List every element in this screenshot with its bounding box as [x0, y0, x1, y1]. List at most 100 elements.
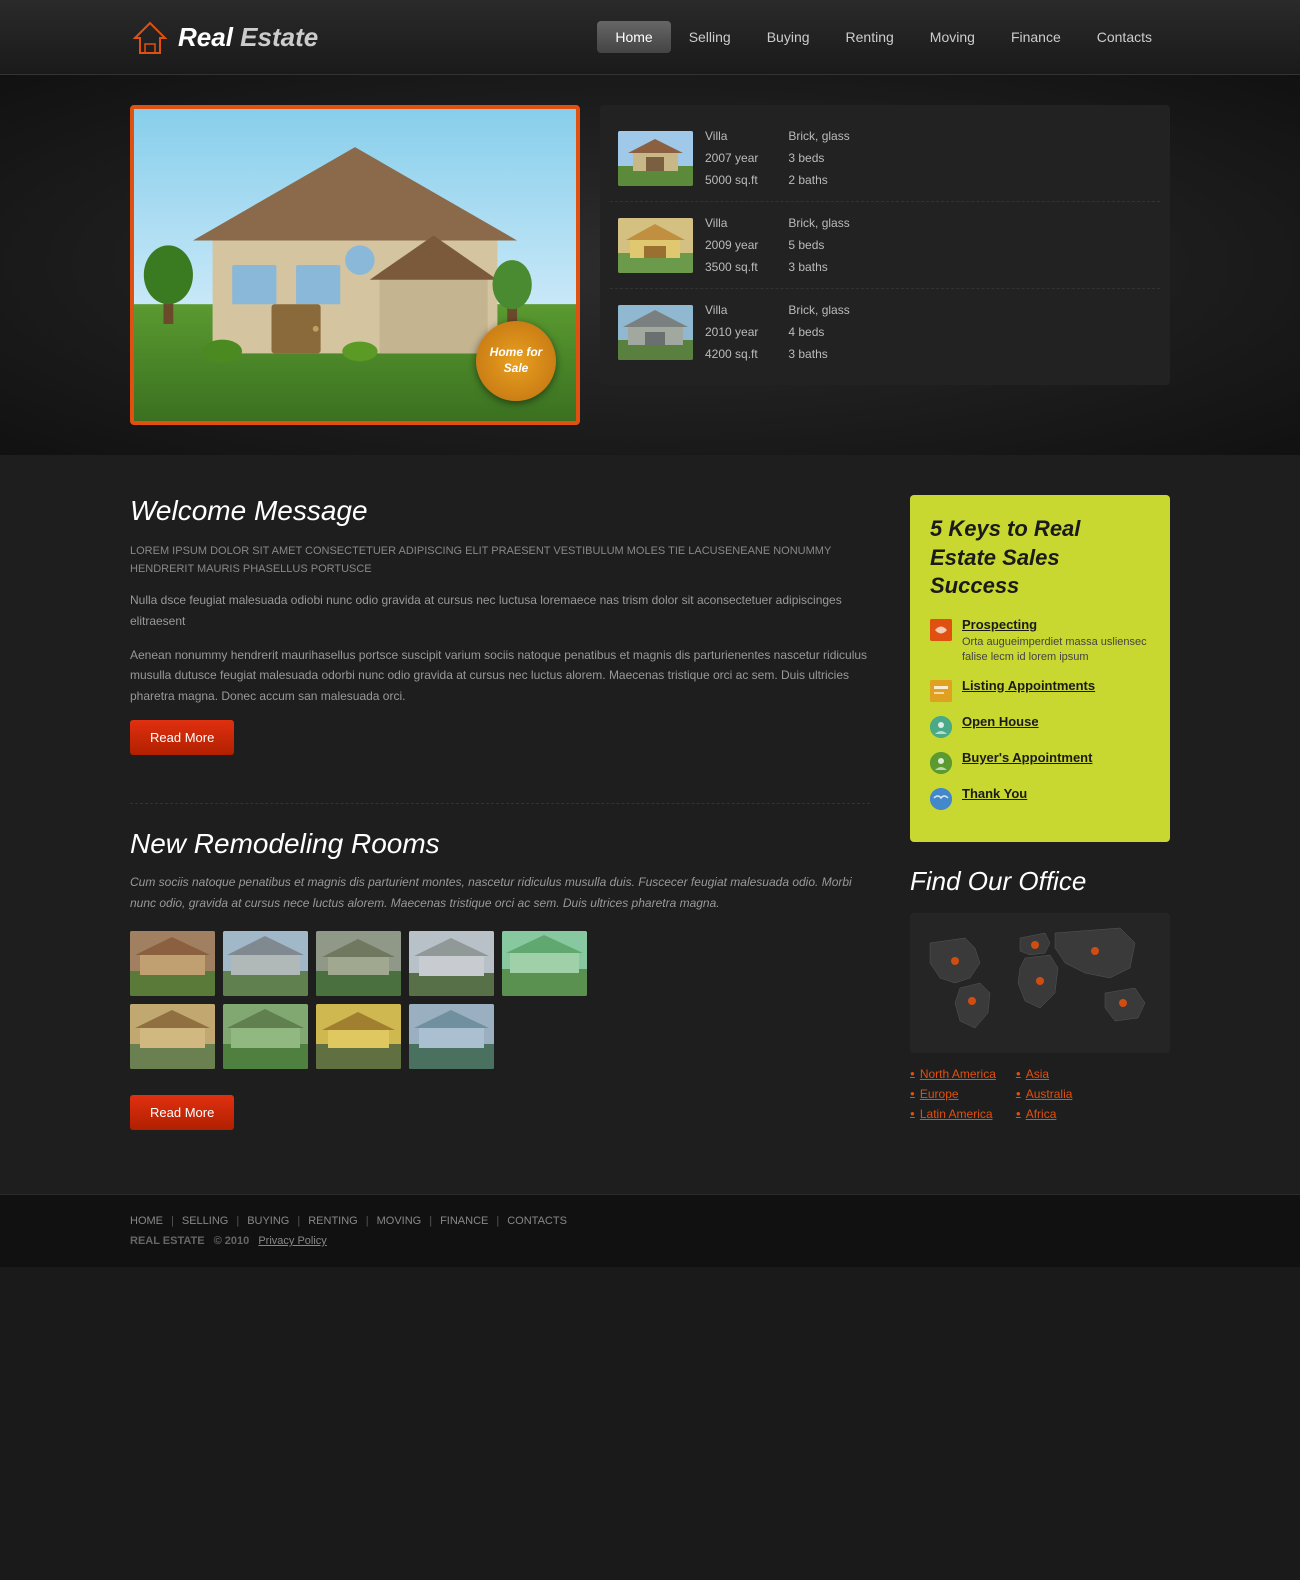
buyer-icon — [930, 752, 952, 774]
footer-brand: REAL ESTATE — [130, 1235, 205, 1247]
nav-home[interactable]: Home — [597, 21, 670, 53]
footer-contacts[interactable]: CONTACTS — [507, 1215, 567, 1227]
footer-selling[interactable]: SELLING — [182, 1215, 228, 1227]
office-col-1: North America Europe Latin America — [910, 1067, 996, 1121]
listing-material: Brick, glass — [788, 127, 849, 145]
listing-baths: 3 baths — [788, 258, 849, 276]
footer-nav: HOME | SELLING | BUYING | RENTING | MOVI… — [0, 1194, 1300, 1267]
footer-sep: | — [171, 1215, 174, 1227]
nav-moving[interactable]: Moving — [912, 21, 993, 53]
openhouse-icon — [930, 716, 952, 738]
listing-item[interactable]: Villa 2007 year 5000 sq.ft Brick, glass … — [610, 115, 1160, 202]
gallery-thumb[interactable] — [502, 931, 587, 996]
footer-finance[interactable]: FINANCE — [440, 1215, 488, 1227]
footer-sep: | — [429, 1215, 432, 1227]
remodeling-read-more-button[interactable]: Read More — [130, 1095, 234, 1130]
logo-icon — [130, 18, 170, 56]
content-left: Welcome Message LOREM IPSUM DOLOR SIT AM… — [130, 495, 870, 1154]
header: Real Estate Home Selling Buying Renting … — [0, 0, 1300, 75]
footer-moving[interactable]: MOVING — [377, 1215, 422, 1227]
listing-info: Villa 2009 year 3500 sq.ft Brick, glass … — [705, 214, 1152, 276]
listing-beds: 5 beds — [788, 236, 849, 254]
intro-text2: Aenean nonummy hendrerit maurihasellus p… — [130, 645, 870, 706]
find-office-title: Find Our Office — [910, 866, 1170, 897]
gallery-row-1 — [130, 931, 870, 996]
nav-finance[interactable]: Finance — [993, 21, 1079, 53]
footer-sep: | — [366, 1215, 369, 1227]
gallery-thumb[interactable] — [130, 1004, 215, 1069]
listing-year: 2007 year — [705, 149, 758, 167]
welcome-read-more-button[interactable]: Read More — [130, 720, 234, 755]
gallery-thumb[interactable] — [223, 931, 308, 996]
gallery-thumb[interactable] — [409, 931, 494, 996]
latin-america-link[interactable]: Latin America — [910, 1107, 996, 1121]
listing-year: 2009 year — [705, 236, 758, 254]
listing-type: Villa — [705, 127, 758, 145]
listings-panel: Villa 2007 year 5000 sq.ft Brick, glass … — [600, 105, 1170, 385]
footer-home[interactable]: HOME — [130, 1215, 163, 1227]
key-item-prospecting: Prospecting Orta augueimperdiet massa us… — [930, 617, 1150, 666]
world-map — [910, 913, 1170, 1053]
footer-renting[interactable]: RENTING — [308, 1215, 358, 1227]
footer-copyright: REAL ESTATE © 2010 Privacy Policy — [130, 1235, 1170, 1247]
find-office-section: Find Our Office — [910, 866, 1170, 1121]
listing-item[interactable]: Villa 2009 year 3500 sq.ft Brick, glass … — [610, 202, 1160, 289]
listing-sqft: 5000 sq.ft — [705, 171, 758, 189]
listing-appointments-link[interactable]: Listing Appointments — [962, 678, 1095, 693]
key-item-openhouse: Open House — [930, 714, 1150, 738]
prospecting-link[interactable]: Prospecting — [962, 617, 1150, 632]
footer-sep: | — [236, 1215, 239, 1227]
thank-you-link[interactable]: Thank You — [962, 786, 1027, 801]
nav-renting[interactable]: Renting — [828, 21, 912, 53]
listing-info: Villa 2010 year 4200 sq.ft Brick, glass … — [705, 301, 1152, 363]
keys-panel: 5 Keys to Real Estate Sales Success Pros… — [910, 495, 1170, 842]
listing-icon — [930, 680, 952, 702]
remodeling-text: Cum sociis natoque penatibus et magnis d… — [130, 872, 870, 913]
listing-baths: 3 baths — [788, 345, 849, 363]
gallery-thumb[interactable] — [409, 1004, 494, 1069]
remodeling-title: New Remodeling Rooms — [130, 828, 870, 860]
gallery-row-2 — [130, 1004, 870, 1069]
north-america-link[interactable]: North America — [910, 1067, 996, 1081]
listing-sqft: 4200 sq.ft — [705, 345, 758, 363]
hero-section: Home for Sale Villa 2007 year 5000 sq.ft — [0, 75, 1300, 455]
intro-text-upper: LOREM IPSUM DOLOR SIT AMET CONSECTETUER … — [130, 543, 870, 578]
africa-link[interactable]: Africa — [1016, 1107, 1073, 1121]
asia-link[interactable]: Asia — [1016, 1067, 1073, 1081]
office-locations: North America Europe Latin America Asia … — [910, 1067, 1170, 1121]
main-nav: Home Selling Buying Renting Moving Finan… — [597, 21, 1170, 53]
listing-thumb — [618, 131, 693, 186]
logo-text: Real Estate — [178, 22, 318, 53]
listing-beds: 4 beds — [788, 323, 849, 341]
intro-text1: Nulla dsce feugiat malesuada odiobi nunc… — [130, 590, 870, 631]
gallery-thumb[interactable] — [130, 931, 215, 996]
key-item-buyer: Buyer's Appointment — [930, 750, 1150, 774]
logo-real: Real — [178, 22, 240, 52]
buyers-appointment-link[interactable]: Buyer's Appointment — [962, 750, 1092, 765]
listing-item[interactable]: Villa 2010 year 4200 sq.ft Brick, glass … — [610, 289, 1160, 375]
listing-beds: 3 beds — [788, 149, 849, 167]
footer-sep: | — [297, 1215, 300, 1227]
listing-sqft: 3500 sq.ft — [705, 258, 758, 276]
gallery-thumb[interactable] — [223, 1004, 308, 1069]
gallery-thumb[interactable] — [316, 931, 401, 996]
footer-privacy-link[interactable]: Privacy Policy — [258, 1235, 326, 1247]
thankyou-icon — [930, 788, 952, 810]
nav-buying[interactable]: Buying — [749, 21, 828, 53]
footer-buying[interactable]: BUYING — [247, 1215, 289, 1227]
listing-thumb — [618, 305, 693, 360]
nav-selling[interactable]: Selling — [671, 21, 749, 53]
keys-title: 5 Keys to Real Estate Sales Success — [930, 515, 1150, 601]
open-house-link[interactable]: Open House — [962, 714, 1039, 729]
prospecting-desc: Orta augueimperdiet massa usliensec fali… — [962, 635, 1150, 666]
content-right: 5 Keys to Real Estate Sales Success Pros… — [910, 495, 1170, 1121]
listing-material: Brick, glass — [788, 214, 849, 232]
listing-baths: 2 baths — [788, 171, 849, 189]
welcome-title: Welcome Message — [130, 495, 870, 527]
europe-link[interactable]: Europe — [910, 1087, 996, 1101]
logo-estate: Estate — [240, 22, 318, 52]
gallery-thumb[interactable] — [316, 1004, 401, 1069]
australia-link[interactable]: Australia — [1016, 1087, 1073, 1101]
logo: Real Estate — [130, 18, 318, 56]
nav-contacts[interactable]: Contacts — [1079, 21, 1170, 53]
